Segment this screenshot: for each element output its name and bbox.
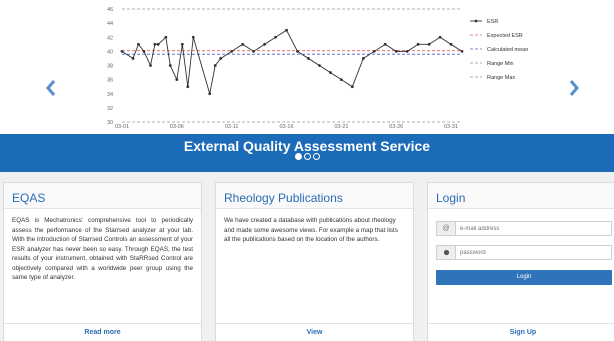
esr-data-point bbox=[328, 71, 332, 74]
login-button[interactable]: Login bbox=[436, 270, 612, 285]
legend-label: Range Min bbox=[487, 61, 514, 67]
esr-data-point bbox=[427, 42, 431, 46]
rheology-view-link[interactable]: View bbox=[216, 323, 413, 341]
eqas-panel: EQAS EQAS is Mechatronics' comprehensive… bbox=[3, 182, 202, 341]
esr-data-point bbox=[318, 64, 321, 67]
key-icon-shape bbox=[443, 249, 449, 256]
legend-label: Range Max bbox=[487, 75, 515, 81]
eqas-panel-body: EQAS is Mechatronics' comprehensive tool… bbox=[12, 217, 193, 282]
esr-data-point bbox=[149, 64, 152, 67]
carousel-indicator-3[interactable] bbox=[312, 153, 320, 160]
esr-data-point bbox=[156, 42, 160, 46]
esr-data-point bbox=[405, 49, 409, 53]
carousel-indicators bbox=[0, 153, 614, 160]
esr-data-point bbox=[208, 92, 212, 96]
carousel-next-button[interactable] bbox=[564, 74, 584, 102]
x-tick-label: 03-31 bbox=[444, 124, 458, 130]
carousel-prev-button[interactable] bbox=[41, 74, 61, 102]
esr-data-point bbox=[168, 64, 172, 67]
password-field-group bbox=[436, 245, 612, 260]
rheology-panel-body: We have created a database with publicat… bbox=[224, 217, 398, 244]
sign-up-link[interactable]: Sign Up bbox=[428, 323, 614, 341]
esr-data-point bbox=[383, 42, 387, 46]
esr-data-point bbox=[372, 49, 376, 53]
eqas-panel-title: EQAS bbox=[4, 183, 201, 209]
esr-data-point bbox=[213, 64, 217, 67]
esr-chart: 30 32 34 36 38 40 42 44 46 03-01 03-06 03-11 03-16 03… bbox=[0, 0, 614, 134]
login-panel: Login @ Login Sign Up bbox=[427, 182, 614, 341]
legend-swatch-point bbox=[474, 19, 478, 23]
login-panel-title: Login bbox=[428, 183, 614, 209]
y-tick-label: 40 bbox=[107, 49, 113, 55]
esr-data-point bbox=[230, 49, 234, 53]
x-tick-label: 03-26 bbox=[389, 124, 403, 130]
esr-data-point bbox=[180, 42, 184, 46]
y-tick-label: 38 bbox=[107, 64, 113, 70]
eqas-read-more-link[interactable]: Read more bbox=[4, 323, 201, 341]
legend-label: Expected ESR bbox=[487, 33, 523, 39]
esr-data-point bbox=[263, 42, 266, 46]
carousel-caption-title: External Quality Assessment Service bbox=[183, 138, 431, 154]
carousel-indicator-2[interactable] bbox=[303, 153, 311, 160]
esr-data-point bbox=[350, 85, 354, 89]
esr-data-point bbox=[449, 42, 453, 46]
chevron-left-icon bbox=[46, 80, 56, 96]
rheology-panel: Rheology Publications We have created a … bbox=[215, 182, 414, 341]
esr-data-point bbox=[339, 78, 343, 82]
esr-data-point bbox=[164, 35, 168, 39]
esr-data-point bbox=[307, 57, 310, 60]
carousel-indicator-1[interactable] bbox=[294, 153, 302, 160]
chevron-right-icon bbox=[569, 80, 579, 96]
esr-data-point bbox=[142, 49, 146, 53]
at-icon: @ bbox=[437, 222, 456, 235]
esr-chart-svg: 30 32 34 36 38 40 42 44 46 03-01 03-06 03-11 03-16 03… bbox=[107, 7, 528, 130]
esr-data-point bbox=[191, 35, 195, 39]
esr-data-point bbox=[153, 42, 157, 46]
y-tick-label: 30 bbox=[107, 120, 113, 126]
esr-series-line bbox=[121, 29, 463, 94]
key-icon bbox=[437, 246, 456, 259]
esr-data-point bbox=[438, 35, 442, 39]
esr-data-point bbox=[361, 57, 365, 60]
esr-data-point bbox=[296, 49, 299, 53]
x-tick-label: 03-21 bbox=[334, 124, 348, 130]
esr-data-point bbox=[460, 49, 464, 53]
rheology-panel-title: Rheology Publications bbox=[216, 183, 413, 209]
y-tick-label: 34 bbox=[107, 92, 113, 98]
hero-carousel: 30 32 34 36 38 40 42 44 46 03-01 03-06 03-11 03-16 03… bbox=[0, 0, 614, 172]
y-tick-label: 46 bbox=[107, 7, 113, 13]
esr-data-point bbox=[274, 35, 277, 39]
esr-data-point bbox=[186, 85, 190, 89]
esr-data-point bbox=[137, 42, 140, 46]
legend-label: ESR bbox=[487, 19, 498, 25]
esr-data-point bbox=[416, 42, 420, 46]
y-tick-label: 32 bbox=[107, 106, 113, 112]
y-tick-label: 44 bbox=[107, 21, 113, 27]
y-tick-label: 36 bbox=[107, 78, 113, 84]
esr-data-point bbox=[120, 49, 124, 53]
x-tick-label: 03-06 bbox=[170, 124, 184, 130]
password-input[interactable] bbox=[456, 246, 610, 259]
esr-data-point bbox=[131, 57, 135, 60]
esr-data-point bbox=[285, 28, 288, 32]
x-tick-label: 03-16 bbox=[279, 124, 293, 130]
esr-data-point bbox=[252, 49, 256, 53]
esr-data-point bbox=[175, 78, 179, 82]
email-field-group: @ bbox=[436, 221, 612, 236]
esr-data-point bbox=[394, 49, 398, 53]
esr-data-point bbox=[219, 57, 223, 60]
x-tick-label: 03-11 bbox=[225, 124, 239, 130]
legend-label: Calculated mean bbox=[487, 47, 528, 53]
x-tick-label: 03-01 bbox=[115, 124, 129, 130]
y-tick-label: 42 bbox=[107, 35, 113, 41]
esr-data-point bbox=[241, 42, 245, 46]
email-input[interactable] bbox=[456, 222, 610, 235]
